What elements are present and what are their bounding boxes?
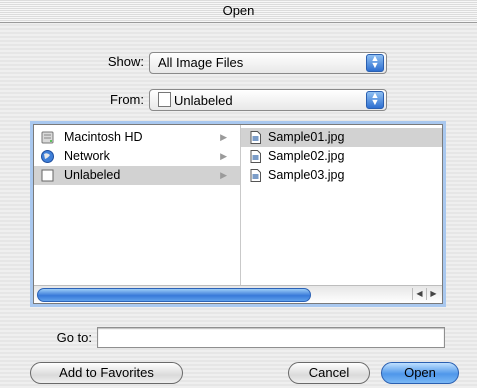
- goto-field[interactable]: [97, 327, 445, 348]
- list-item[interactable]: Sample01.jpg: [241, 128, 442, 147]
- browser-column-1[interactable]: Macintosh HD ▶ Network ▶ Unlabeled ▶: [34, 125, 241, 285]
- goto-label: Go to:: [56, 330, 92, 345]
- horizontal-scrollbar[interactable]: ◀ ▶: [34, 285, 442, 303]
- image-file-icon: [250, 131, 261, 144]
- popup-arrows-icon: ▲ ▼: [366, 91, 384, 109]
- list-item[interactable]: Sample02.jpg: [241, 147, 442, 166]
- disclosure-arrow-icon: ▶: [220, 170, 227, 180]
- list-item[interactable]: Sample03.jpg: [241, 166, 442, 185]
- globe-icon: [41, 150, 54, 163]
- open-button[interactable]: Open: [381, 362, 459, 384]
- scroll-left-icon[interactable]: ◀: [412, 288, 426, 300]
- popup-arrows-icon: ▲ ▼: [366, 54, 384, 72]
- hard-disk-icon: [41, 131, 54, 144]
- volume-icon: [158, 92, 171, 107]
- list-item[interactable]: Network ▶: [34, 147, 240, 166]
- image-file-icon: [250, 169, 261, 182]
- disclosure-arrow-icon: ▶: [220, 151, 227, 161]
- window-title: Open: [222, 3, 255, 18]
- list-item[interactable]: Macintosh HD ▶: [34, 128, 240, 147]
- image-file-icon: [250, 150, 261, 163]
- from-popup[interactable]: Unlabeled ▲ ▼: [149, 89, 387, 111]
- show-popup-value: All Image Files: [158, 55, 244, 70]
- list-item[interactable]: Unlabeled ▶: [34, 166, 240, 185]
- scrollbar-thumb[interactable]: [37, 288, 311, 302]
- browser-column-2[interactable]: Sample01.jpg Sample02.jpg Sample03.jpg: [241, 125, 442, 285]
- disclosure-arrow-icon: ▶: [220, 132, 227, 142]
- from-label: From:: [110, 92, 144, 107]
- add-to-favorites-button[interactable]: Add to Favorites: [30, 362, 183, 384]
- volume-icon: [41, 169, 54, 182]
- file-browser[interactable]: Macintosh HD ▶ Network ▶ Unlabeled ▶ Sam: [33, 124, 443, 304]
- window-titlebar[interactable]: Open: [0, 0, 477, 23]
- from-popup-value: Unlabeled: [174, 93, 233, 108]
- scroll-right-icon[interactable]: ▶: [426, 288, 440, 300]
- show-popup[interactable]: All Image Files ▲ ▼: [149, 52, 387, 74]
- cancel-button[interactable]: Cancel: [288, 362, 370, 384]
- show-label: Show:: [107, 54, 144, 69]
